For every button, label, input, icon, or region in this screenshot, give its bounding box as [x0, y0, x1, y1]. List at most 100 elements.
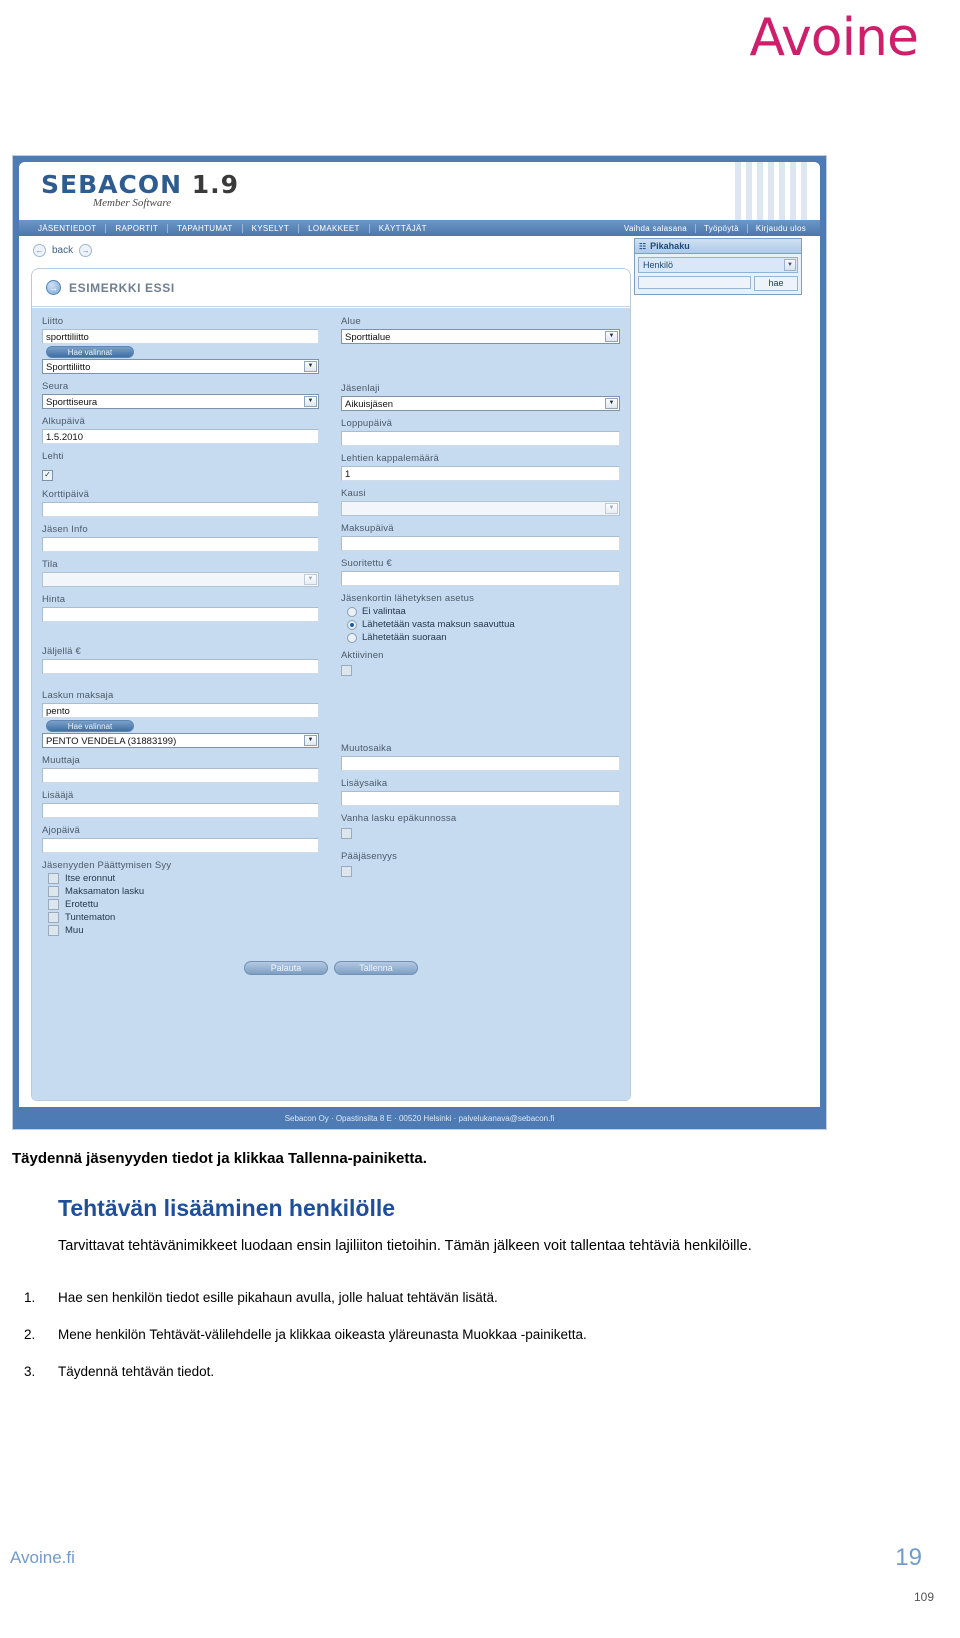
checkbox-vanha-lasku[interactable]: [341, 828, 352, 839]
radio-suoraan[interactable]: [347, 632, 357, 643]
main-navigation: JÄSENTIEDOT RAPORTIT TAPAHTUMAT KYSELYT …: [19, 220, 820, 236]
nav-item-kyselyt[interactable]: KYSELYT: [243, 224, 299, 233]
nav-divider: [368, 223, 370, 233]
chevron-down-icon[interactable]: ▼: [605, 503, 618, 514]
field-lehtien-kappalemaara: Lehtien kappalemäärä 1: [341, 453, 620, 481]
checkbox-row-tuntematon[interactable]: Tuntematon: [48, 912, 319, 923]
input-hinta[interactable]: [42, 607, 319, 622]
chevron-down-icon[interactable]: ▼: [605, 398, 618, 409]
chevron-down-icon[interactable]: ▼: [304, 361, 317, 372]
label-loppupaiva: Loppupäivä: [341, 418, 393, 429]
checkbox-itse-eronnut[interactable]: [48, 873, 59, 884]
nav-item-vaihda-salasana[interactable]: Vaihda salasana: [616, 224, 695, 233]
radio-maksun-saavuttua[interactable]: [347, 619, 357, 630]
nav-item-tyopoyta[interactable]: Työpöytä: [696, 224, 747, 233]
field-jasenlaji: Jäsenlaji Aikuisjäsen ▼: [341, 383, 620, 411]
checkbox-erotettu[interactable]: [48, 899, 59, 910]
label-alkupaiva: Alkupäivä: [42, 416, 85, 427]
chevron-down-icon[interactable]: ▼: [784, 259, 796, 271]
input-maksupaiva[interactable]: [341, 536, 620, 551]
checkbox-aktiivinen[interactable]: [341, 665, 352, 676]
input-muutosaika[interactable]: [341, 756, 620, 771]
label-paattymisen-syy: Jäsenyyden Päättymisen Syy: [42, 860, 172, 871]
list-item: 1. Hae sen henkilön tiedot esille pikaha…: [24, 1290, 930, 1305]
select-laskun-maksaja[interactable]: PENTO VENDELA (31883199) ▼: [42, 733, 319, 748]
quick-search-input[interactable]: [638, 276, 751, 289]
nav-item-lomakkeet[interactable]: LOMAKKEET: [299, 224, 369, 233]
checkbox-muu[interactable]: [48, 925, 59, 936]
select-tila[interactable]: ▼: [42, 572, 319, 587]
input-loppupaiva[interactable]: [341, 431, 620, 446]
select-alue[interactable]: Sporttialue ▼: [341, 329, 620, 344]
chevron-down-icon[interactable]: ▼: [304, 735, 317, 746]
input-korttipaiva[interactable]: [42, 502, 319, 517]
checkbox-tuntematon[interactable]: [48, 912, 59, 923]
reset-button[interactable]: Palauta: [244, 961, 328, 975]
checkbox-row-muu[interactable]: Muu: [48, 925, 319, 936]
radio-row-suoraan[interactable]: Lähetetään suoraan: [347, 632, 620, 643]
app-header: SEBACON 1.9 Member Software: [19, 162, 820, 220]
select-seura[interactable]: Sporttiseura ▼: [42, 394, 319, 409]
field-loppupaiva: Loppupäivä: [341, 418, 620, 446]
footer-doc-number: 109: [913, 1590, 934, 1604]
nav-item-jasentiedot[interactable]: JÄSENTIEDOT: [29, 224, 105, 233]
input-lehtien-kappalemaara[interactable]: 1: [341, 466, 620, 481]
nav-item-tapahtumat[interactable]: TAPAHTUMAT: [168, 224, 241, 233]
input-jaljella[interactable]: [42, 659, 319, 674]
nav-divider: [298, 223, 300, 233]
input-ajopaiva[interactable]: [42, 838, 319, 853]
save-button[interactable]: Tallenna: [334, 961, 418, 975]
step-number: 1.: [24, 1289, 36, 1305]
arrow-right-icon[interactable]: →: [79, 244, 93, 257]
select-kausi[interactable]: ▼: [341, 501, 620, 516]
chevron-down-icon[interactable]: ▼: [304, 396, 317, 407]
checkbox-row-erotettu[interactable]: Erotettu: [48, 899, 319, 910]
label-muutosaika: Muutosaika: [341, 743, 392, 754]
label-liitto: Liitto: [42, 316, 64, 327]
nav-item-raportit[interactable]: RAPORTIT: [106, 224, 167, 233]
checkbox-row-maksamaton-lasku[interactable]: Maksamaton lasku: [48, 886, 319, 897]
liitto-hae-valinnat-button[interactable]: Hae valinnat: [46, 346, 134, 358]
radio-label-suoraan: Lähetetään suoraan: [362, 632, 447, 643]
checkbox-paajasenyys[interactable]: [341, 866, 352, 877]
select-jasenlaji[interactable]: Aikuisjäsen ▼: [341, 396, 620, 411]
back-navigation: ← back →: [33, 244, 93, 257]
arrow-left-icon[interactable]: ←: [33, 244, 46, 257]
input-alkupaiva[interactable]: 1.5.2010: [42, 429, 319, 444]
radio-ei-valintaa[interactable]: [347, 606, 357, 617]
checkbox-label-maksamaton-lasku: Maksamaton lasku: [65, 886, 145, 897]
label-jasenkortin-lahetys: Jäsenkortin lähetyksen asetus: [341, 593, 475, 604]
nav-item-kirjaudu-ulos[interactable]: Kirjaudu ulos: [748, 224, 814, 233]
input-lisaysaika[interactable]: [341, 791, 620, 806]
quick-search-button[interactable]: hae: [754, 276, 798, 291]
input-jasen-info[interactable]: [42, 537, 319, 552]
input-suoritettu[interactable]: [341, 571, 620, 586]
footer-page-number: 19: [895, 1544, 922, 1571]
field-tila: Tila ▼: [42, 559, 319, 587]
input-laskun-maksaja[interactable]: pento: [42, 703, 319, 718]
person-arrow-icon[interactable]: →: [46, 280, 61, 295]
input-liitto[interactable]: sporttiliitto: [42, 329, 319, 344]
nav-item-kayttajat[interactable]: KÄYTTÄJÄT: [370, 224, 436, 233]
input-muuttaja[interactable]: [42, 768, 319, 783]
chevron-down-icon[interactable]: ▼: [605, 331, 618, 342]
input-lisaaja[interactable]: [42, 803, 319, 818]
radio-row-ei-valintaa[interactable]: Ei valintaa: [347, 606, 620, 617]
sebacon-logo-text: SEBACON: [41, 170, 183, 199]
quick-search-type-select[interactable]: Henkilö ▼: [638, 257, 798, 273]
back-label[interactable]: back: [52, 245, 73, 256]
expand-icon[interactable]: ☷: [639, 242, 646, 251]
chevron-down-icon[interactable]: ▼: [304, 574, 317, 585]
select-liitto[interactable]: Sporttiliitto ▼: [42, 359, 319, 374]
maksaja-hae-valinnat-button[interactable]: Hae valinnat: [46, 720, 134, 732]
label-hinta: Hinta: [42, 594, 66, 605]
radio-row-maksun-saavuttua[interactable]: Lähetetään vasta maksun saavuttua: [347, 619, 620, 630]
checkbox-maksamaton-lasku[interactable]: [48, 886, 59, 897]
label-kausi: Kausi: [341, 488, 366, 499]
checkbox-row-itse-eronnut[interactable]: Itse eronnut: [48, 873, 319, 884]
field-jasenkortin-lahetys: Jäsenkortin lähetyksen asetus Ei valinta…: [341, 593, 620, 643]
field-muutosaika: Muutosaika: [341, 743, 620, 771]
footer-site-name: Avoine.fi: [10, 1548, 75, 1567]
app-content: ← back → ☷ Pikahaku Henkilö ▼ hae → ESIM…: [19, 236, 820, 1107]
checkbox-lehti[interactable]: ✓: [42, 469, 53, 481]
